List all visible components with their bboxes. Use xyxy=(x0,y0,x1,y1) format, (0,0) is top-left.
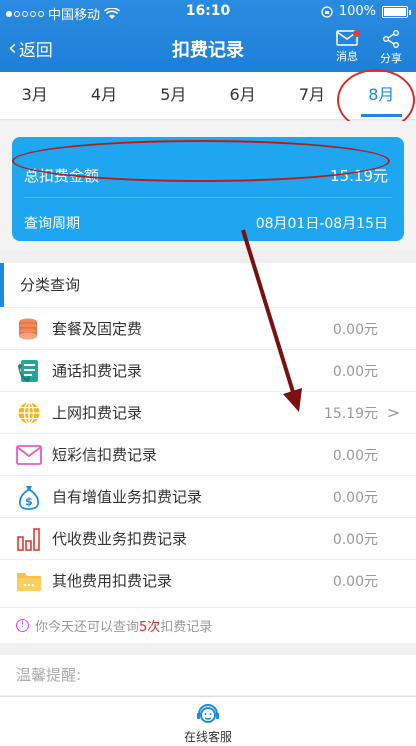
battery-percent: 100% xyxy=(338,4,376,19)
coins-icon xyxy=(14,315,44,343)
category-row[interactable]: 通话扣费记录 0.00元 xyxy=(0,349,416,391)
status-bar: 中国移动 16:10 100% xyxy=(0,0,416,24)
category-row[interactable]: 代收费业务扣费记录 0.00元 xyxy=(0,517,416,559)
tab-month-5[interactable]: 5月 xyxy=(139,72,208,119)
period-label: 查询周期 xyxy=(24,216,80,232)
category-amount: 0.00元 xyxy=(332,573,378,590)
notice-count: 5次 xyxy=(139,620,161,635)
share-icon xyxy=(383,30,399,48)
query-limit-notice: ! 你今天还可以查询5次扣费记录 xyxy=(0,607,416,643)
category-label: 短彩信扣费记录 xyxy=(52,446,158,464)
message-button[interactable]: 消息 xyxy=(330,30,364,64)
section-title: 分类查询 xyxy=(0,263,416,307)
category-amount: 0.00元 xyxy=(332,531,378,548)
category-amount: 0.00元 xyxy=(332,447,378,464)
svg-text:$: $ xyxy=(25,495,33,508)
bar-chart-icon xyxy=(14,525,44,553)
customer-service-icon[interactable] xyxy=(195,701,221,727)
category-label: 自有增值业务扣费记录 xyxy=(52,488,203,506)
share-button[interactable]: 分享 xyxy=(374,30,408,66)
globe-icon xyxy=(14,399,44,427)
tab-month-3[interactable]: 3月 xyxy=(0,72,69,119)
chevron-right-icon: > xyxy=(386,403,400,422)
summary-divider xyxy=(24,197,392,198)
bottom-bar: 在线客服 xyxy=(0,696,416,746)
category-label: 代收费业务扣费记录 xyxy=(52,530,188,548)
category-row[interactable]: 其他费用扣费记录 0.00元 xyxy=(0,559,416,601)
category-amount: 0.00元 xyxy=(332,363,378,380)
category-amount: 15.19元 xyxy=(323,405,378,422)
category-amount: 0.00元 xyxy=(332,489,378,506)
category-label: 通话扣费记录 xyxy=(52,362,143,380)
category-label: 套餐及固定费 xyxy=(52,320,143,338)
category-label: 其他费用扣费记录 xyxy=(52,572,173,590)
category-section: 分类查询 套餐及固定费 0.00元 通话扣费记录 0.00元 上网扣费记录 15… xyxy=(0,263,416,643)
annotation-circle-total xyxy=(12,140,390,182)
nav-bar: ‹ 返回 扣费记录 消息 分享 xyxy=(0,24,416,72)
category-amount: 0.00元 xyxy=(332,321,378,338)
rotation-lock-icon xyxy=(321,5,333,18)
tab-month-4[interactable]: 4月 xyxy=(69,72,138,119)
header: 中国移动 16:10 100% ‹ 返回 扣费记录 消息 分享 xyxy=(0,0,416,72)
tab-month-7[interactable]: 7月 xyxy=(277,72,346,119)
period-value: 08月01日-08月15日 xyxy=(255,216,388,232)
message-label: 消息 xyxy=(336,50,358,63)
unread-dot xyxy=(353,30,360,37)
notice-suffix: 扣费记录 xyxy=(160,620,213,635)
call-record-icon xyxy=(14,357,44,385)
category-row[interactable]: 套餐及固定费 0.00元 xyxy=(0,307,416,349)
tab-month-6[interactable]: 6月 xyxy=(208,72,277,119)
period-row: 查询周期 08月01日-08月15日 xyxy=(24,213,388,233)
folder-icon xyxy=(14,567,44,595)
envelope-icon xyxy=(14,441,44,469)
category-label: 上网扣费记录 xyxy=(52,404,143,422)
category-row[interactable]: $ 自有增值业务扣费记录 0.00元 xyxy=(0,475,416,517)
battery-icon xyxy=(382,5,411,18)
share-label: 分享 xyxy=(380,52,402,65)
category-row[interactable]: 短彩信扣费记录 0.00元 xyxy=(0,433,416,475)
notice-prefix: 你今天还可以查询 xyxy=(35,620,140,635)
category-row[interactable]: 上网扣费记录 15.19元 > xyxy=(0,391,416,433)
money-bag-icon: $ xyxy=(14,483,44,511)
exclamation-icon: ! xyxy=(16,619,29,632)
tips-title: 温馨提醒: xyxy=(0,655,416,695)
online-service-label[interactable]: 在线客服 xyxy=(0,728,416,745)
